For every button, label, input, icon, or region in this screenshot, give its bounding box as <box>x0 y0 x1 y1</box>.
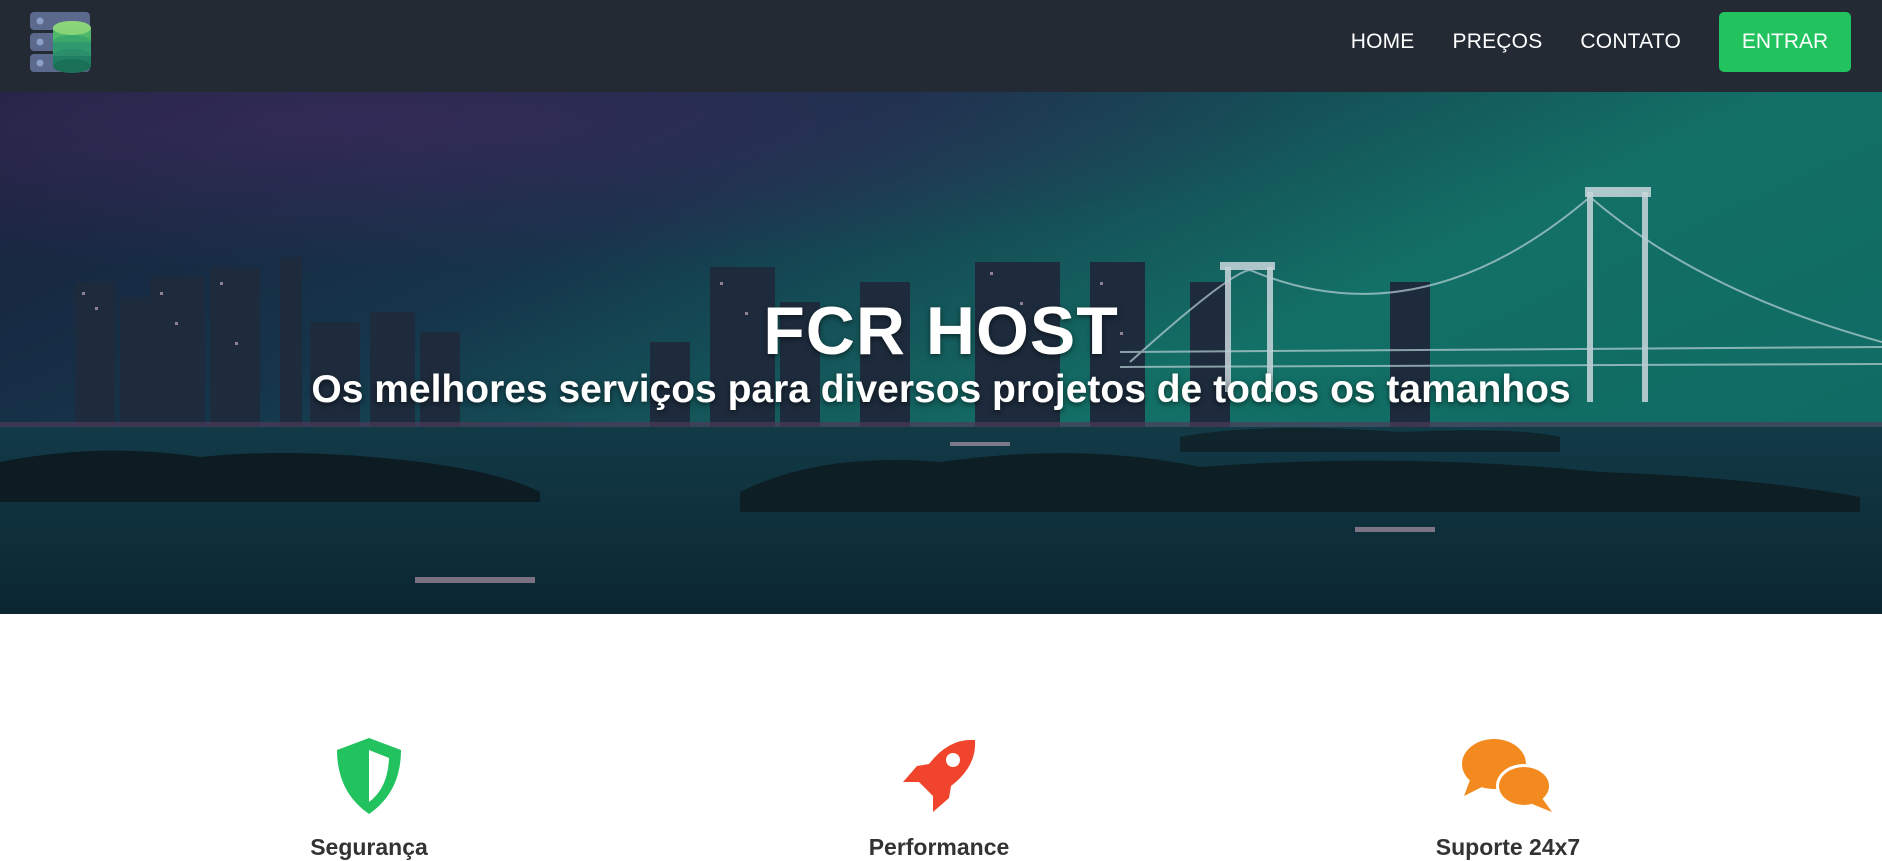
database-server-icon[interactable] <box>28 10 94 74</box>
shield-icon <box>333 736 405 821</box>
rocket-icon <box>899 736 979 821</box>
nav-pricing-link[interactable]: PREÇOS <box>1453 30 1543 54</box>
top-navbar: HOME PREÇOS CONTATO ENTRAR <box>0 0 1882 92</box>
feature-security-label: Segurança <box>310 834 428 860</box>
feature-support-label: Suporte 24x7 <box>1435 834 1581 860</box>
nav-links: HOME PREÇOS CONTATO ENTRAR <box>1351 12 1851 72</box>
hero-subtitle: Os melhores serviços para diversos proje… <box>311 368 1571 411</box>
features-section: Segurança Performance Suporte 24x7 <box>0 614 1882 860</box>
chat-bubbles-icon <box>1460 736 1556 821</box>
feature-performance-label: Performance <box>868 834 1010 860</box>
hero-banner: FCR HOST Os melhores serviços para diver… <box>0 92 1882 614</box>
enter-button[interactable]: ENTRAR <box>1719 12 1851 72</box>
nav-home-link[interactable]: HOME <box>1351 30 1415 54</box>
nav-contact-link[interactable]: CONTATO <box>1580 30 1681 54</box>
hero-title: FCR HOST <box>763 293 1119 369</box>
